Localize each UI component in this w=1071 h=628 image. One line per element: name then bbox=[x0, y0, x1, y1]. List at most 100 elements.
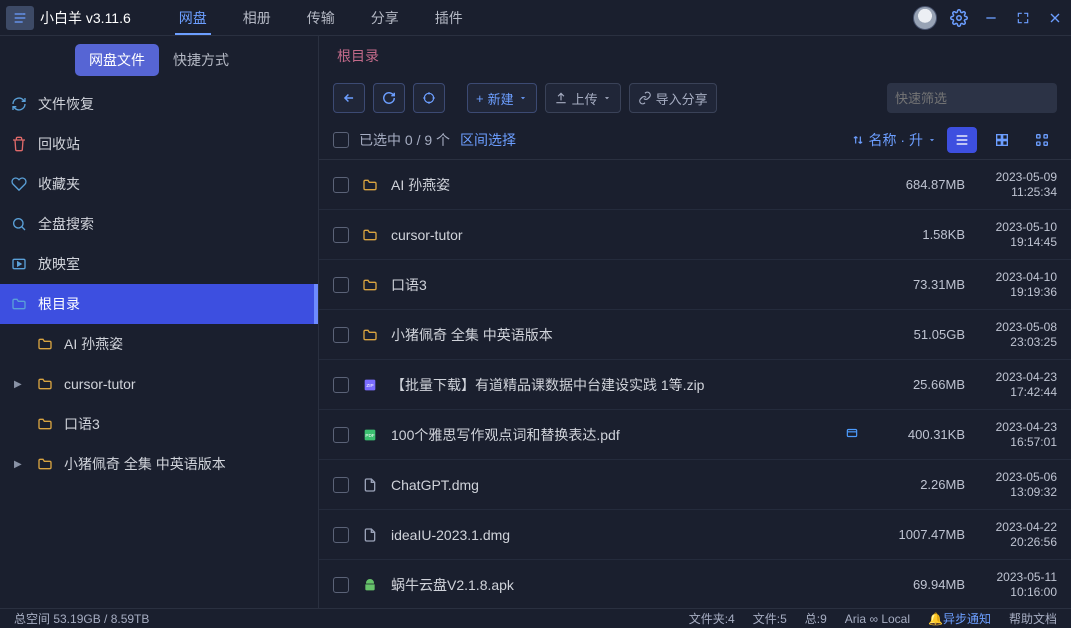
main-tab-2[interactable]: 传输 bbox=[289, 0, 353, 35]
file-row[interactable]: ideaIU-2023.1.dmg1007.47MB2023-04-2220:2… bbox=[319, 510, 1071, 560]
sidebar-tree-item[interactable]: ▶ cursor-tutor bbox=[0, 364, 318, 404]
file-row-checkbox[interactable] bbox=[333, 377, 349, 393]
sidebar-item-reload[interactable]: 文件恢复 bbox=[0, 84, 318, 124]
status-help[interactable]: 帮助文档 bbox=[1009, 610, 1057, 627]
file-row[interactable]: 口语373.31MB2023-04-1019:19:36 bbox=[319, 260, 1071, 310]
file-row-checkbox[interactable] bbox=[333, 527, 349, 543]
trash-icon bbox=[10, 135, 28, 153]
view-thumb-button[interactable] bbox=[1027, 127, 1057, 153]
sidebar-item-video[interactable]: 放映室 bbox=[0, 244, 318, 284]
sort-icon bbox=[851, 133, 865, 147]
upload-button[interactable]: 上传 bbox=[545, 83, 621, 113]
folder-icon bbox=[361, 326, 379, 344]
view-list-button[interactable] bbox=[947, 127, 977, 153]
tree-item-label: cursor-tutor bbox=[64, 376, 136, 392]
file-row-checkbox[interactable] bbox=[333, 427, 349, 443]
sidebar-item-label: 放映室 bbox=[38, 254, 80, 274]
bell-icon: 🔔 bbox=[928, 612, 943, 626]
sidebar-tabs: 网盘文件 快捷方式 bbox=[0, 36, 318, 84]
status-files: 文件:5 bbox=[753, 610, 787, 627]
file-row[interactable]: AI 孙燕姿684.87MB2023-05-0911:25:34 bbox=[319, 160, 1071, 210]
main-tab-4[interactable]: 插件 bbox=[417, 0, 481, 35]
file-size: 2.26MB bbox=[871, 477, 965, 492]
sidebar-tree-item[interactable]: AI 孙燕姿 bbox=[0, 324, 318, 364]
avatar[interactable] bbox=[913, 6, 937, 30]
close-icon[interactable] bbox=[1039, 0, 1071, 36]
file-row-checkbox[interactable] bbox=[333, 227, 349, 243]
folder-icon bbox=[36, 335, 54, 353]
file-list[interactable]: AI 孙燕姿684.87MB2023-05-0911:25:34cursor-t… bbox=[319, 160, 1071, 608]
tree-item-label: AI 孙燕姿 bbox=[64, 334, 123, 354]
import-share-button[interactable]: 导入分享 bbox=[629, 83, 717, 113]
sidebar-tab-quick[interactable]: 快捷方式 bbox=[159, 44, 243, 76]
select-all-checkbox[interactable] bbox=[333, 132, 349, 148]
file-row[interactable]: 蜗牛云盘V2.1.8.apk69.94MB2023-05-1110:16:00 bbox=[319, 560, 1071, 608]
status-space: 总空间 53.19GB / 8.59TB bbox=[14, 610, 149, 627]
file-name: 蜗牛云盘V2.1.8.apk bbox=[391, 575, 859, 595]
breadcrumb[interactable]: 根目录 bbox=[319, 36, 1071, 76]
file-row[interactable]: ZIP【批量下载】有道精品课数据中台建设实践 1等.zip25.66MB2023… bbox=[319, 360, 1071, 410]
file-name: 100个雅思写作观点词和替换表达.pdf bbox=[391, 425, 833, 445]
file-row-checkbox[interactable] bbox=[333, 577, 349, 593]
search-box[interactable] bbox=[887, 83, 1057, 113]
file-name: cursor-tutor bbox=[391, 227, 859, 243]
target-button[interactable] bbox=[413, 83, 445, 113]
range-select[interactable]: 区间选择 bbox=[460, 130, 516, 150]
sidebar-item-folder[interactable]: 根目录 bbox=[0, 284, 318, 324]
file-row-checkbox[interactable] bbox=[333, 277, 349, 293]
sidebar-tree-item[interactable]: ▶小猪佩奇 全集 中英语版本 bbox=[0, 444, 318, 484]
tree-item-label: 口语3 bbox=[64, 414, 100, 434]
main-panel: 根目录 + 新建 上传 bbox=[318, 36, 1071, 608]
file-row-checkbox[interactable] bbox=[333, 327, 349, 343]
sort-label: 名称 · 升 bbox=[869, 130, 923, 150]
status-sync[interactable]: 🔔异步通知 bbox=[928, 610, 991, 627]
sidebar-item-search[interactable]: 全盘搜索 bbox=[0, 204, 318, 244]
zip-icon: ZIP bbox=[361, 376, 379, 394]
file-icon bbox=[361, 476, 379, 494]
file-row-checkbox[interactable] bbox=[333, 177, 349, 193]
settings-icon[interactable] bbox=[943, 0, 975, 36]
file-size: 684.87MB bbox=[871, 177, 965, 192]
sidebar-item-trash[interactable]: 回收站 bbox=[0, 124, 318, 164]
reload-icon bbox=[10, 95, 28, 113]
folder-icon bbox=[10, 295, 28, 313]
sidebar-item-label: 根目录 bbox=[38, 294, 80, 314]
file-row-checkbox[interactable] bbox=[333, 477, 349, 493]
file-name: 口语3 bbox=[391, 275, 859, 295]
minimize-icon[interactable] bbox=[975, 0, 1007, 36]
upload-button-label: 上传 bbox=[572, 89, 598, 108]
app-menu-button[interactable] bbox=[6, 6, 34, 30]
search-input[interactable] bbox=[895, 91, 1071, 106]
sidebar-item-star[interactable]: 收藏夹 bbox=[0, 164, 318, 204]
sidebar-item-label: 全盘搜索 bbox=[38, 214, 94, 234]
folder-icon bbox=[361, 176, 379, 194]
main-tab-3[interactable]: 分享 bbox=[353, 0, 417, 35]
sidebar-tree-item[interactable]: 口语3 bbox=[0, 404, 318, 444]
main-tab-0[interactable]: 网盘 bbox=[161, 0, 225, 35]
chevron-down-icon bbox=[927, 135, 937, 145]
toolbar: + 新建 上传 导入分享 bbox=[319, 76, 1071, 120]
sort-control[interactable]: 名称 · 升 bbox=[851, 130, 937, 150]
file-row[interactable]: ChatGPT.dmg2.26MB2023-05-0613:09:32 bbox=[319, 460, 1071, 510]
file-size: 400.31KB bbox=[871, 427, 965, 442]
video-icon bbox=[10, 255, 28, 273]
expand-icon[interactable]: ▶ bbox=[14, 459, 26, 470]
view-grid-button[interactable] bbox=[987, 127, 1017, 153]
file-size: 73.31MB bbox=[871, 277, 965, 292]
back-button[interactable] bbox=[333, 83, 365, 113]
breadcrumb-root[interactable]: 根目录 bbox=[337, 46, 379, 66]
folder-icon bbox=[361, 276, 379, 294]
new-button[interactable]: + 新建 bbox=[467, 83, 537, 113]
expand-icon[interactable]: ▶ bbox=[14, 379, 26, 390]
folder-icon bbox=[36, 415, 54, 433]
sidebar-tab-files[interactable]: 网盘文件 bbox=[75, 44, 159, 76]
file-size: 25.66MB bbox=[871, 377, 965, 392]
file-row[interactable]: PDF100个雅思写作观点词和替换表达.pdf400.31KB2023-04-2… bbox=[319, 410, 1071, 460]
maximize-icon[interactable] bbox=[1007, 0, 1039, 36]
file-name: AI 孙燕姿 bbox=[391, 175, 859, 195]
main-tab-1[interactable]: 相册 bbox=[225, 0, 289, 35]
file-name: 小猪佩奇 全集 中英语版本 bbox=[391, 325, 859, 345]
refresh-button[interactable] bbox=[373, 83, 405, 113]
file-row[interactable]: 小猪佩奇 全集 中英语版本51.05GB2023-05-0823:03:25 bbox=[319, 310, 1071, 360]
file-row[interactable]: cursor-tutor1.58KB2023-05-1019:14:45 bbox=[319, 210, 1071, 260]
